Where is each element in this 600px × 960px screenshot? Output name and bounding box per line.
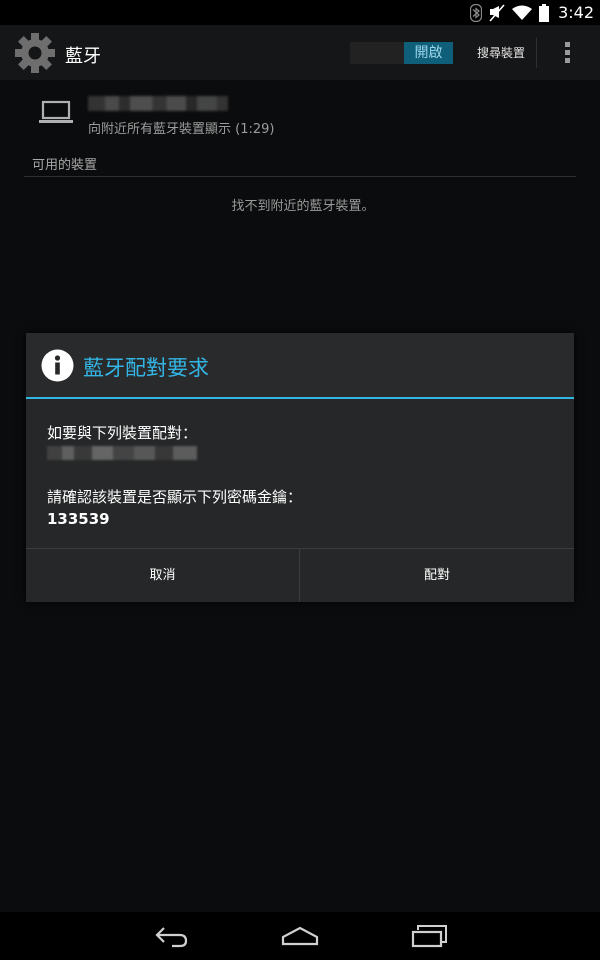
available-devices-header: 可用的裝置 — [32, 158, 98, 173]
dialog-header: 藍牙配對要求 — [26, 333, 574, 397]
page-title: 藍牙 — [65, 46, 101, 67]
bluetooth-toggle[interactable]: 開啟 — [350, 42, 453, 64]
dialog-title: 藍牙配對要求 — [83, 356, 209, 380]
overflow-menu-icon[interactable] — [557, 40, 579, 66]
dialog-title-divider — [26, 397, 574, 399]
action-bar-divider — [536, 38, 537, 68]
navigation-bar — [0, 912, 600, 960]
pair-button[interactable]: 配對 — [300, 549, 574, 602]
pairing-device-name-redacted — [47, 446, 197, 460]
status-bar: 3:42 — [0, 0, 600, 25]
section-divider — [24, 176, 576, 177]
confirm-prompt: 請確認該裝置是否顯示下列密碼金鑰： — [47, 488, 303, 506]
visibility-timer-text: 向附近所有藍牙裝置顯示 (1:29) — [88, 122, 275, 137]
status-icons: 3:42 — [470, 0, 594, 25]
info-icon — [41, 349, 74, 382]
search-devices-button[interactable]: 搜尋裝置 — [466, 36, 536, 70]
cancel-button[interactable]: 取消 — [26, 549, 299, 602]
mute-icon — [489, 3, 505, 22]
wifi-icon — [512, 5, 533, 20]
no-devices-message: 找不到附近的藍牙裝置。 — [231, 199, 375, 214]
battery-icon — [539, 3, 550, 22]
home-icon[interactable] — [280, 922, 320, 950]
recents-icon[interactable] — [410, 922, 450, 950]
clock: 3:42 — [558, 3, 594, 22]
gear-icon[interactable] — [13, 31, 57, 75]
toggle-on-label: 開啟 — [404, 42, 453, 64]
back-icon[interactable] — [152, 922, 192, 950]
device-name-redacted[interactable] — [88, 96, 228, 111]
bluetooth-icon — [470, 3, 483, 22]
pair-prompt: 如要與下列裝置配對： — [47, 424, 198, 442]
pairing-request-dialog: 藍牙配對要求 如要與下列裝置配對： 請確認該裝置是否顯示下列密碼金鑰： 1335… — [26, 333, 574, 602]
passkey: 133539 — [47, 510, 110, 528]
laptop-icon — [39, 100, 73, 123]
